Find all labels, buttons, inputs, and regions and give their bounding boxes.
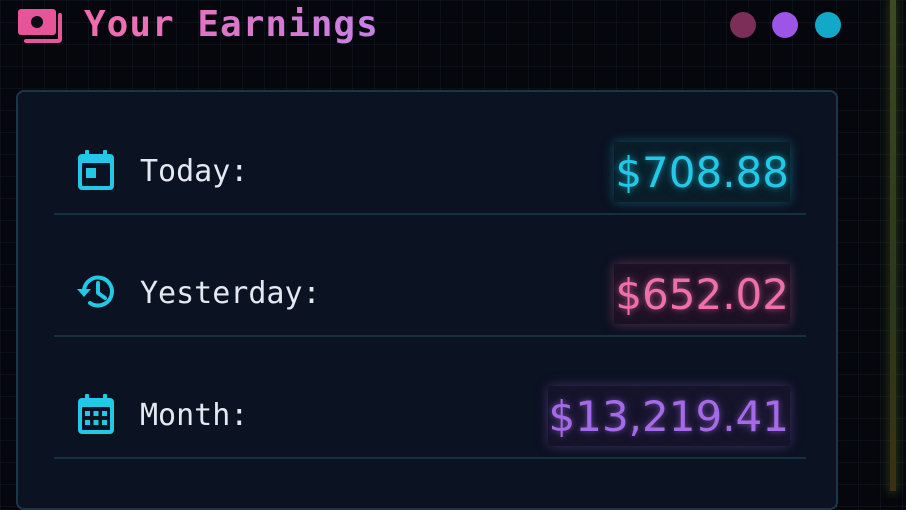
calendar-month-icon bbox=[74, 392, 118, 436]
earnings-header: Your Earnings bbox=[16, 0, 846, 52]
today-value: $708.88 bbox=[614, 142, 790, 202]
window-dot-magenta[interactable] bbox=[730, 12, 756, 38]
page-title: Your Earnings bbox=[84, 2, 379, 48]
yesterday-label: Yesterday: bbox=[140, 276, 321, 311]
yesterday-value-box: $652.02 bbox=[614, 264, 790, 324]
yesterday-value: $652.02 bbox=[614, 264, 790, 324]
money-icon bbox=[18, 9, 66, 45]
window-edge-glow bbox=[890, 0, 896, 491]
window-controls bbox=[730, 12, 846, 38]
earnings-row-month: Month: $13,219.41 bbox=[54, 336, 806, 459]
row-divider bbox=[54, 457, 806, 459]
earnings-row-today: Today: $708.88 bbox=[54, 92, 806, 215]
earnings-card: Today: $708.88 Yesterday: $652.02 Month:… bbox=[16, 90, 838, 510]
month-value-box: $13,219.41 bbox=[547, 386, 790, 446]
earnings-row-yesterday: Yesterday: $652.02 bbox=[54, 214, 806, 337]
today-value-box: $708.88 bbox=[614, 142, 790, 202]
history-icon bbox=[74, 270, 118, 314]
month-label: Month: bbox=[140, 398, 249, 433]
today-label: Today: bbox=[140, 154, 249, 189]
window-dot-purple[interactable] bbox=[772, 12, 798, 38]
window-dot-cyan[interactable] bbox=[815, 12, 841, 38]
month-value: $13,219.41 bbox=[548, 386, 790, 446]
calendar-today-icon bbox=[74, 148, 118, 192]
